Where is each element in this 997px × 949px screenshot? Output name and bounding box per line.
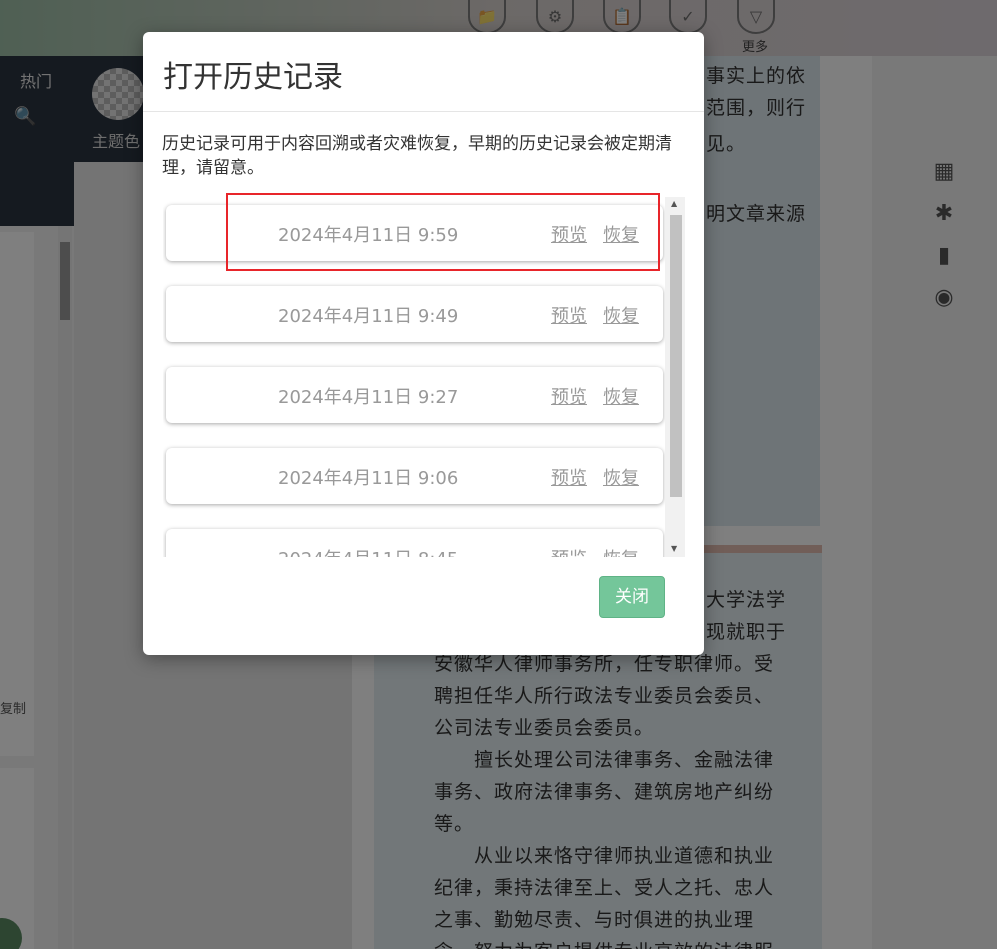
history-record: 2024年4月11日 9:27 预览 恢复	[166, 367, 663, 423]
preview-link[interactable]: 预览	[551, 464, 587, 490]
restore-link[interactable]: 恢复	[603, 464, 639, 490]
record-time: 2024年4月11日 9:06	[278, 468, 459, 489]
dialog-header: 打开历史记录	[143, 32, 704, 112]
annotation-highlight-box	[226, 193, 660, 271]
preview-link[interactable]: 预览	[551, 302, 587, 328]
history-dialog: 打开历史记录 历史记录可用于内容回溯或者灾难恢复，早期的历史记录会被定期清理，请…	[143, 32, 704, 655]
restore-link[interactable]: 恢复	[603, 302, 639, 328]
history-record: 2024年4月11日 9:06 预览 恢复	[166, 448, 663, 504]
preview-link[interactable]: 预览	[551, 383, 587, 409]
record-time: 2024年4月11日 9:49	[278, 306, 459, 327]
history-record: 2024年4月11日 9:49 预览 恢复	[166, 286, 663, 342]
restore-link[interactable]: 恢复	[603, 545, 639, 557]
history-scrollbar[interactable]: ▲ ▼	[665, 197, 685, 557]
history-record: 2024年4月11日 8:45 预览 恢复	[166, 529, 663, 557]
record-time: 2024年4月11日 8:45	[278, 545, 458, 557]
restore-link[interactable]: 恢复	[603, 383, 639, 409]
dialog-description: 历史记录可用于内容回溯或者灾难恢复，早期的历史记录会被定期清理，请留意。	[162, 134, 672, 178]
scroll-down-arrow-icon[interactable]: ▼	[671, 544, 677, 553]
record-time: 2024年4月11日 9:27	[278, 387, 459, 408]
scroll-up-arrow-icon[interactable]: ▲	[671, 199, 677, 208]
history-scrollbar-thumb[interactable]	[670, 215, 682, 497]
preview-link[interactable]: 预览	[551, 545, 587, 557]
close-button[interactable]: 关闭	[599, 576, 665, 618]
dialog-title: 打开历史记录	[163, 60, 343, 95]
